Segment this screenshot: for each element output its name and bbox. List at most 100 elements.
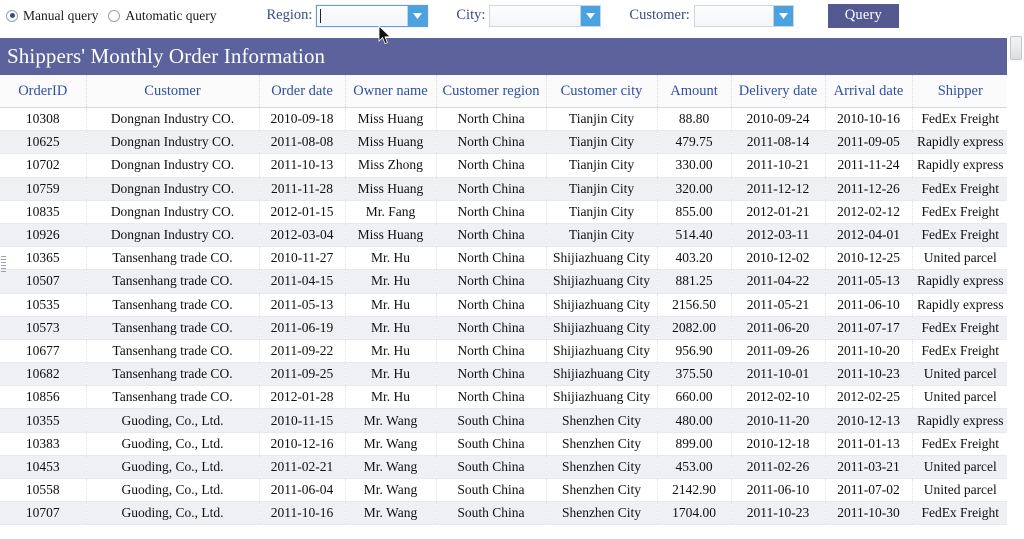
table-cell: 479.75	[657, 131, 731, 154]
column-header[interactable]: Amount	[657, 75, 731, 108]
table-row[interactable]: 10573Tansenhang trade CO.2011-06-19Mr. H…	[0, 316, 1008, 339]
column-header[interactable]: Owner name	[345, 75, 436, 108]
table-row[interactable]: 10707Guoding, Co., Ltd.2011-10-16Mr. Wan…	[0, 502, 1008, 525]
table-cell: 2012-02-12	[825, 200, 912, 223]
table-cell: 2010-11-27	[259, 247, 345, 270]
page-title: Shippers' Monthly Order Information	[7, 44, 325, 69]
table-cell: Mr. Fang	[345, 200, 436, 223]
chevron-down-icon[interactable]	[407, 6, 427, 26]
table-cell: 2011-06-19	[259, 316, 345, 339]
column-header[interactable]: Delivery date	[731, 75, 825, 108]
table-row[interactable]: 10383Guoding, Co., Ltd.2010-12-16Mr. Wan…	[0, 432, 1008, 455]
table-cell: Dongnan Industry CO.	[86, 131, 259, 154]
table-cell: 10365	[0, 247, 86, 270]
query-button[interactable]: Query	[828, 4, 899, 28]
region-combobox[interactable]	[316, 5, 428, 27]
orders-table-container[interactable]: OrderIDCustomerOrder dateOwner nameCusto…	[0, 75, 1008, 539]
table-cell: Tansenhang trade CO.	[86, 386, 259, 409]
column-header[interactable]: Shipper	[912, 75, 1008, 108]
table-row[interactable]: 10558Guoding, Co., Ltd.2011-06-04Mr. Wan…	[0, 479, 1008, 502]
table-cell: Dongnan Industry CO.	[86, 154, 259, 177]
table-row[interactable]: 10759Dongnan Industry CO.2011-11-28Miss …	[0, 177, 1008, 200]
customer-combobox[interactable]	[694, 5, 794, 27]
table-cell: 2012-01-15	[259, 200, 345, 223]
table-cell: 2012-03-11	[731, 223, 825, 246]
table-cell: Tianjin City	[546, 108, 657, 131]
radio-manual-query-label: Manual query	[23, 8, 98, 24]
column-header[interactable]: Arrival date	[825, 75, 912, 108]
table-cell: Shijiazhuang City	[546, 270, 657, 293]
table-row[interactable]: 10926Dongnan Industry CO.2012-03-04Miss …	[0, 223, 1008, 246]
table-row[interactable]: 10625Dongnan Industry CO.2011-08-08Miss …	[0, 131, 1008, 154]
table-cell: 2011-10-30	[825, 502, 912, 525]
shippers-order-app: Manual query Automatic query Region: Cit…	[0, 0, 1024, 539]
table-cell: Tansenhang trade CO.	[86, 316, 259, 339]
radio-automatic-query-dot[interactable]	[108, 10, 120, 22]
table-row[interactable]: 10365Tansenhang trade CO.2010-11-27Mr. H…	[0, 247, 1008, 270]
table-row[interactable]: 10702Dongnan Industry CO.2011-10-13Miss …	[0, 154, 1008, 177]
table-cell: Tansenhang trade CO.	[86, 293, 259, 316]
table-cell: Shenzhen City	[546, 479, 657, 502]
table-cell: 2011-05-21	[731, 293, 825, 316]
vertical-scrollbar[interactable]	[1007, 0, 1024, 539]
radio-manual-query-dot[interactable]	[6, 10, 18, 22]
table-row[interactable]: 10677Tansenhang trade CO.2011-09-22Mr. H…	[0, 339, 1008, 362]
region-input[interactable]	[317, 6, 407, 26]
table-cell: FedEx Freight	[912, 223, 1008, 246]
table-cell: 2011-10-20	[825, 339, 912, 362]
table-cell: North China	[436, 108, 546, 131]
table-cell: Mr. Hu	[345, 363, 436, 386]
table-cell: Miss Huang	[345, 177, 436, 200]
radio-automatic-query[interactable]: Automatic query	[108, 8, 216, 24]
table-cell: Tansenhang trade CO.	[86, 363, 259, 386]
radio-manual-query[interactable]: Manual query	[6, 8, 98, 24]
column-header[interactable]: Order date	[259, 75, 345, 108]
table-cell: Rapidly express	[912, 131, 1008, 154]
table-cell: Rapidly express	[912, 270, 1008, 293]
page-title-bar: Shippers' Monthly Order Information	[0, 38, 1008, 75]
table-cell: Guoding, Co., Ltd.	[86, 502, 259, 525]
table-cell: 2011-09-22	[259, 339, 345, 362]
column-header[interactable]: Customer	[86, 75, 259, 108]
table-row[interactable]: 10535Tansenhang trade CO.2011-05-13Mr. H…	[0, 293, 1008, 316]
table-cell: 2010-11-15	[259, 409, 345, 432]
table-cell: Mr. Hu	[345, 270, 436, 293]
orders-table-head: OrderIDCustomerOrder dateOwner nameCusto…	[0, 75, 1008, 108]
vertical-scrollbar-thumb[interactable]	[1010, 36, 1022, 60]
table-cell: 2010-12-25	[825, 247, 912, 270]
column-header[interactable]: Customer region	[436, 75, 546, 108]
table-cell: 2011-06-20	[731, 316, 825, 339]
table-row[interactable]: 10355Guoding, Co., Ltd.2010-11-15Mr. Wan…	[0, 409, 1008, 432]
table-row[interactable]: 10507Tansenhang trade CO.2011-04-15Mr. H…	[0, 270, 1008, 293]
column-header[interactable]: OrderID	[0, 75, 86, 108]
table-cell: South China	[436, 502, 546, 525]
table-cell: 956.90	[657, 339, 731, 362]
table-cell: FedEx Freight	[912, 432, 1008, 455]
table-row[interactable]: 10682Tansenhang trade CO.2011-09-25Mr. H…	[0, 363, 1008, 386]
table-row[interactable]: 10835Dongnan Industry CO.2012-01-15Mr. F…	[0, 200, 1008, 223]
table-cell: 330.00	[657, 154, 731, 177]
table-cell: 2011-06-10	[825, 293, 912, 316]
table-cell: 855.00	[657, 200, 731, 223]
table-cell: 10453	[0, 455, 86, 478]
chevron-down-icon[interactable]	[580, 6, 600, 26]
city-input[interactable]	[490, 6, 580, 26]
table-cell: Dongnan Industry CO.	[86, 177, 259, 200]
table-cell: 2011-10-01	[731, 363, 825, 386]
column-header[interactable]: Customer city	[546, 75, 657, 108]
customer-input[interactable]	[695, 6, 773, 26]
table-cell: 2011-05-13	[825, 270, 912, 293]
table-row[interactable]: 10856Tansenhang trade CO.2012-01-28Mr. H…	[0, 386, 1008, 409]
table-row[interactable]: 10453Guoding, Co., Ltd.2011-02-21Mr. Wan…	[0, 455, 1008, 478]
table-cell: Mr. Hu	[345, 247, 436, 270]
city-combobox[interactable]	[489, 5, 601, 27]
table-cell: 375.50	[657, 363, 731, 386]
table-cell: 2011-05-13	[259, 293, 345, 316]
table-cell: South China	[436, 409, 546, 432]
table-cell: 2011-08-14	[731, 131, 825, 154]
table-row[interactable]: 10308Dongnan Industry CO.2010-09-18Miss …	[0, 108, 1008, 131]
table-cell: Tianjin City	[546, 131, 657, 154]
chevron-down-icon[interactable]	[773, 6, 793, 26]
table-cell: Mr. Hu	[345, 316, 436, 339]
table-cell: 2011-10-21	[731, 154, 825, 177]
